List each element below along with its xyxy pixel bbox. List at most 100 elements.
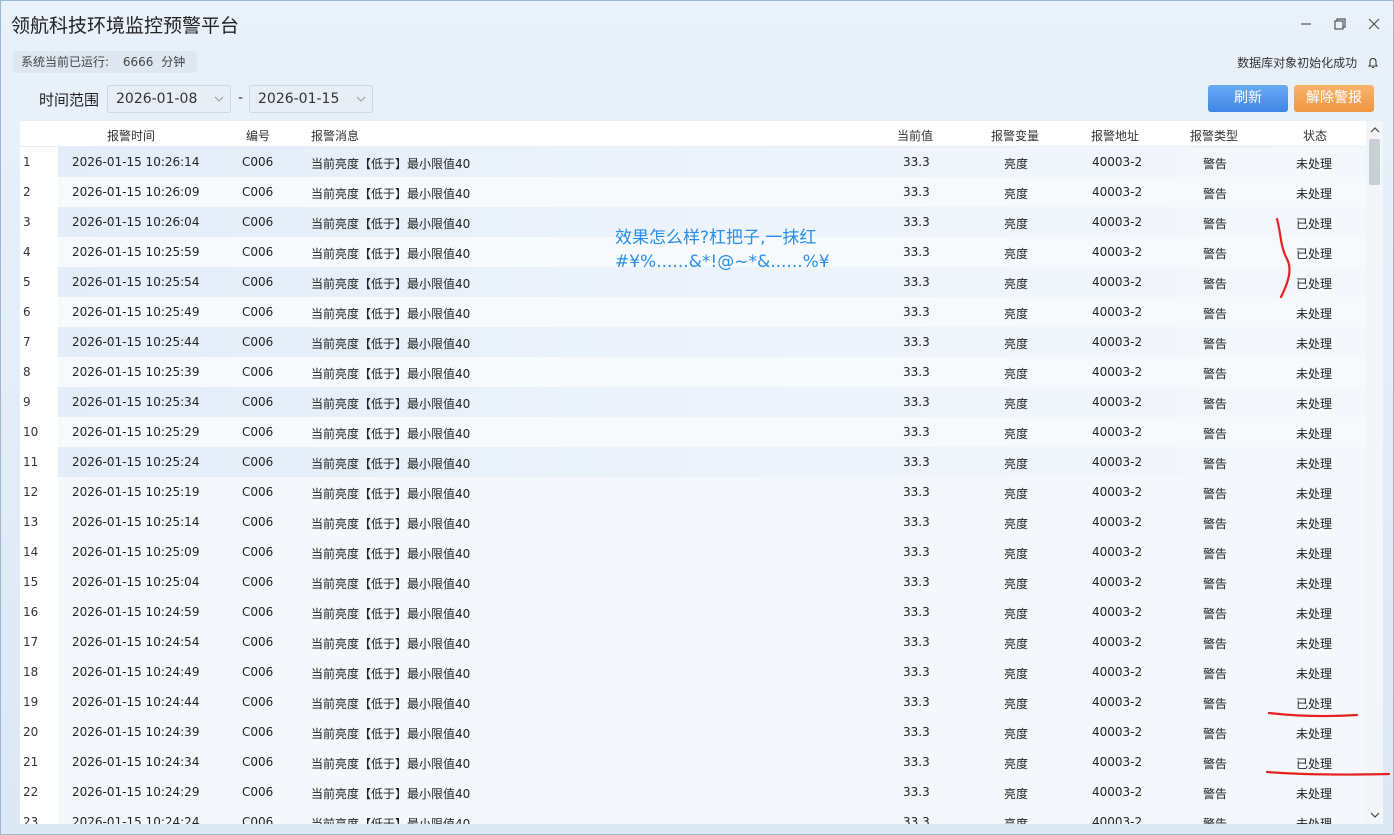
row-index: 21 bbox=[23, 755, 39, 769]
table-row[interactable]: 16 2026-01-15 10:24:59 C006 当前亮度【低于】最小限值40 3… bbox=[20, 597, 1366, 627]
col-header-time[interactable]: 报警时间 bbox=[107, 127, 155, 144]
alarm-message: 当前亮度【低于】最小限值40 bbox=[311, 187, 471, 201]
alarm-message: 当前亮度【低于】最小限值40 bbox=[311, 697, 471, 711]
alarm-message: 当前亮度【低于】最小限值40 bbox=[311, 367, 471, 381]
current-value: 33.3 bbox=[903, 785, 930, 799]
uptime-label: 系统当前已运行: bbox=[21, 55, 110, 69]
col-header-variable[interactable]: 报警变量 bbox=[991, 127, 1039, 144]
scroll-thumb[interactable] bbox=[1369, 139, 1380, 185]
table-row[interactable]: 21 2026-01-15 10:24:34 C006 当前亮度【低于】最小限值40 3… bbox=[20, 747, 1366, 777]
clear-alarm-button[interactable]: 解除警报 bbox=[1294, 85, 1374, 112]
table-row[interactable]: 14 2026-01-15 10:25:09 C006 当前亮度【低于】最小限值40 3… bbox=[20, 537, 1366, 567]
alarm-time: 2026-01-15 10:24:29 bbox=[72, 785, 200, 799]
current-value: 33.3 bbox=[903, 335, 930, 349]
alarm-status: 未处理 bbox=[1296, 457, 1333, 471]
alarm-address: 40003-2 bbox=[1092, 665, 1143, 679]
col-header-message[interactable]: 报警消息 bbox=[311, 127, 359, 144]
current-value: 33.3 bbox=[903, 755, 930, 769]
table-row[interactable]: 9 2026-01-15 10:25:34 C006 当前亮度【低于】最小限值40 33… bbox=[20, 387, 1366, 417]
table-row[interactable]: 20 2026-01-15 10:24:39 C006 当前亮度【低于】最小限值40 3… bbox=[20, 717, 1366, 747]
current-value: 33.3 bbox=[903, 395, 930, 409]
table-row[interactable]: 2 2026-01-15 10:26:09 C006 当前亮度【低于】最小限值40 33… bbox=[20, 177, 1366, 207]
col-header-address[interactable]: 报警地址 bbox=[1091, 127, 1139, 144]
table-row[interactable]: 1 2026-01-15 10:26:14 C006 当前亮度【低于】最小限值40 33… bbox=[20, 147, 1366, 177]
table-row[interactable]: 10 2026-01-15 10:25:29 C006 当前亮度【低于】最小限值40 3… bbox=[20, 417, 1366, 447]
refresh-button[interactable]: 刷新 bbox=[1208, 85, 1288, 112]
alarm-time: 2026-01-15 10:25:39 bbox=[72, 365, 200, 379]
row-index: 6 bbox=[23, 305, 31, 319]
close-button[interactable] bbox=[1363, 13, 1385, 35]
alarm-status: 未处理 bbox=[1296, 577, 1333, 591]
alarm-message: 当前亮度【低于】最小限值40 bbox=[311, 547, 471, 561]
table-row[interactable]: 13 2026-01-15 10:25:14 C006 当前亮度【低于】最小限值40 3… bbox=[20, 507, 1366, 537]
alarm-code: C006 bbox=[242, 485, 274, 499]
alarm-variable: 亮度 bbox=[1004, 157, 1029, 171]
end-date-picker[interactable]: 2026-01-15 bbox=[249, 85, 373, 113]
alarm-time: 2026-01-15 10:25:59 bbox=[72, 245, 200, 259]
vertical-scrollbar[interactable] bbox=[1366, 121, 1383, 824]
alarm-status: 未处理 bbox=[1296, 307, 1333, 321]
table-row[interactable]: 7 2026-01-15 10:25:44 C006 当前亮度【低于】最小限值40 33… bbox=[20, 327, 1366, 357]
row-index: 13 bbox=[23, 515, 39, 529]
start-date-picker[interactable]: 2026-01-08 bbox=[107, 85, 231, 113]
table-row[interactable]: 11 2026-01-15 10:25:24 C006 当前亮度【低于】最小限值40 3… bbox=[20, 447, 1366, 477]
row-index: 9 bbox=[23, 395, 31, 409]
current-value: 33.3 bbox=[903, 665, 930, 679]
row-index: 2 bbox=[23, 185, 31, 199]
table-row[interactable]: 12 2026-01-15 10:25:19 C006 当前亮度【低于】最小限值40 3… bbox=[20, 477, 1366, 507]
alarm-variable: 亮度 bbox=[1004, 517, 1029, 531]
alarm-code: C006 bbox=[242, 455, 274, 469]
alarm-type: 警告 bbox=[1203, 817, 1228, 824]
scroll-down-icon[interactable] bbox=[1370, 810, 1380, 820]
current-value: 33.3 bbox=[903, 185, 930, 199]
alarm-variable: 亮度 bbox=[1004, 427, 1029, 441]
row-index: 14 bbox=[23, 545, 39, 559]
alarm-status: 未处理 bbox=[1296, 547, 1333, 561]
table-row[interactable]: 15 2026-01-15 10:25:04 C006 当前亮度【低于】最小限值40 3… bbox=[20, 567, 1366, 597]
scroll-up-icon[interactable] bbox=[1370, 125, 1380, 135]
restore-button[interactable] bbox=[1329, 13, 1351, 35]
bell-icon[interactable] bbox=[1367, 57, 1379, 69]
table-row[interactable]: 8 2026-01-15 10:25:39 C006 当前亮度【低于】最小限值40 33… bbox=[20, 357, 1366, 387]
row-index: 19 bbox=[23, 695, 39, 709]
alarm-message: 当前亮度【低于】最小限值40 bbox=[311, 217, 471, 231]
alarm-code: C006 bbox=[242, 785, 274, 799]
alarm-address: 40003-2 bbox=[1092, 365, 1143, 379]
alarm-time: 2026-01-15 10:25:54 bbox=[72, 275, 200, 289]
minimize-button[interactable] bbox=[1295, 13, 1317, 35]
alarm-code: C006 bbox=[242, 305, 274, 319]
alarm-time: 2026-01-15 10:24:39 bbox=[72, 725, 200, 739]
table-row[interactable]: 22 2026-01-15 10:24:29 C006 当前亮度【低于】最小限值40 3… bbox=[20, 777, 1366, 807]
alarm-time: 2026-01-15 10:25:44 bbox=[72, 335, 200, 349]
row-index: 12 bbox=[23, 485, 39, 499]
table-row[interactable]: 6 2026-01-15 10:25:49 C006 当前亮度【低于】最小限值40 33… bbox=[20, 297, 1366, 327]
table-row[interactable]: 23 2026-01-15 10:24:24 C006 当前亮度【低于】最小限值40 3… bbox=[20, 807, 1366, 824]
table-row[interactable]: 19 2026-01-15 10:24:44 C006 当前亮度【低于】最小限值40 3… bbox=[20, 687, 1366, 717]
col-header-status[interactable]: 状态 bbox=[1303, 127, 1327, 144]
alarm-message: 当前亮度【低于】最小限值40 bbox=[311, 637, 471, 651]
alarm-type: 警告 bbox=[1203, 517, 1228, 531]
alarm-type: 警告 bbox=[1203, 187, 1228, 201]
col-header-code[interactable]: 编号 bbox=[246, 127, 270, 144]
alarm-message: 当前亮度【低于】最小限值40 bbox=[311, 787, 471, 801]
alarm-address: 40003-2 bbox=[1092, 335, 1143, 349]
alarm-message: 当前亮度【低于】最小限值40 bbox=[311, 307, 471, 321]
table-row[interactable]: 18 2026-01-15 10:24:49 C006 当前亮度【低于】最小限值40 3… bbox=[20, 657, 1366, 687]
alarm-time: 2026-01-15 10:24:54 bbox=[72, 635, 200, 649]
alarm-address: 40003-2 bbox=[1092, 725, 1143, 739]
title-bar: 领航科技环境监控预警平台 bbox=[1, 1, 1393, 47]
alarm-type: 警告 bbox=[1203, 787, 1228, 801]
col-header-value[interactable]: 当前值 bbox=[897, 127, 933, 144]
alarm-time: 2026-01-15 10:24:34 bbox=[72, 755, 200, 769]
alarm-address: 40003-2 bbox=[1092, 485, 1143, 499]
alarm-address: 40003-2 bbox=[1092, 815, 1143, 824]
app-title: 领航科技环境监控预警平台 bbox=[11, 15, 240, 37]
alarm-status: 未处理 bbox=[1296, 667, 1333, 681]
minimize-icon bbox=[1301, 23, 1311, 25]
alarm-variable: 亮度 bbox=[1004, 277, 1029, 291]
alarm-variable: 亮度 bbox=[1004, 187, 1029, 201]
table-row[interactable]: 17 2026-01-15 10:24:54 C006 当前亮度【低于】最小限值40 3… bbox=[20, 627, 1366, 657]
alarm-code: C006 bbox=[242, 215, 274, 229]
col-header-type[interactable]: 报警类型 bbox=[1190, 127, 1238, 144]
row-index: 8 bbox=[23, 365, 31, 379]
